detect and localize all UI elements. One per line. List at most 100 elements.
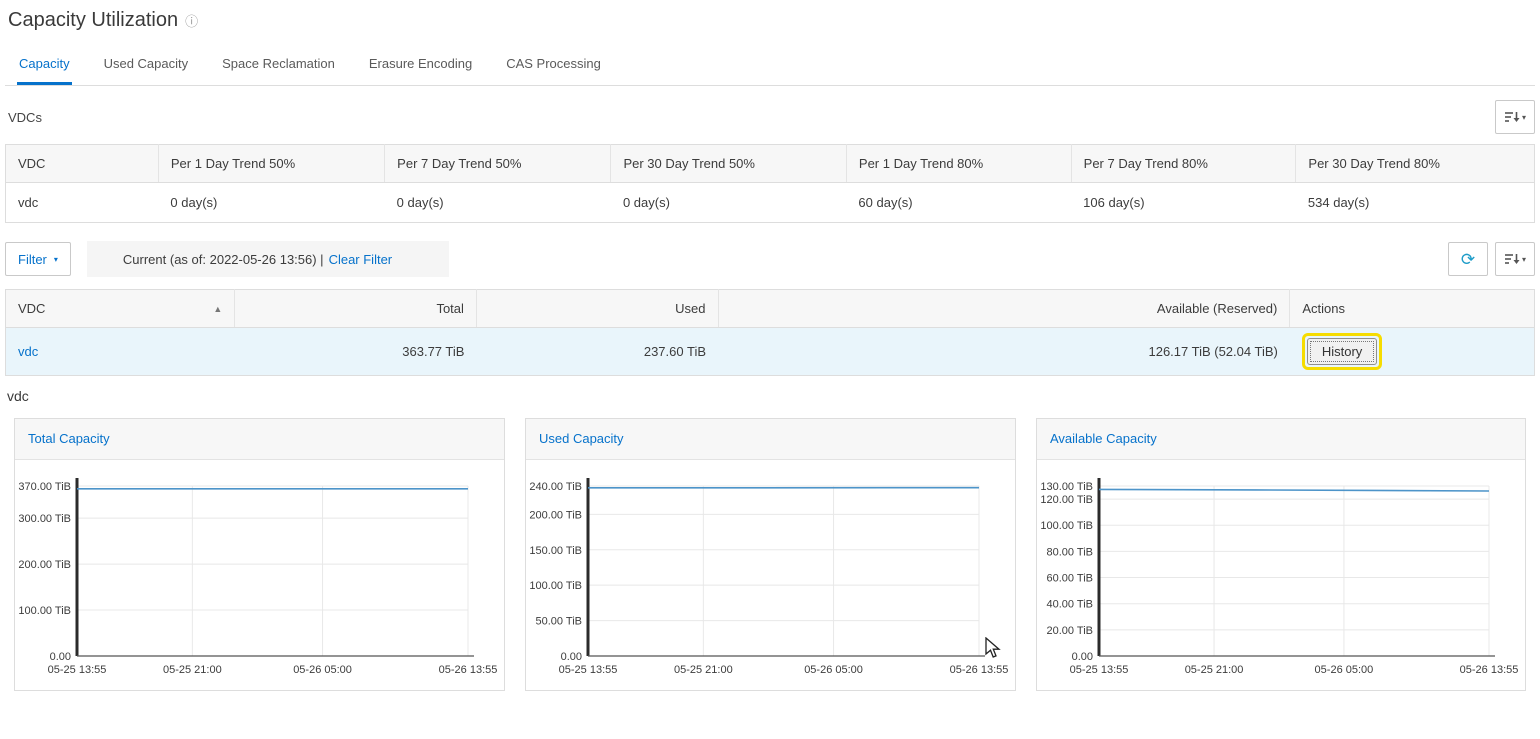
capacity-col-total[interactable]: Total (235, 290, 477, 328)
filter-bar: Filter ▾ Current (as of: 2022-05-26 13:5… (5, 241, 1535, 277)
capacity-utilization-page: Capacity Utilization ⓘ Capacity Used Cap… (0, 0, 1540, 739)
capacity-col-actions: Actions (1290, 290, 1535, 328)
available-capacity-title: Available Capacity (1050, 431, 1157, 446)
tab-capacity[interactable]: Capacity (17, 46, 72, 85)
vdcs-sort-menu-button[interactable]: ▾ (1495, 100, 1535, 134)
available-capacity-chart: 130.00 TiB120.00 TiB100.00 TiB80.00 TiB6… (1037, 460, 1525, 690)
capacity-sort-menu-button[interactable]: ▾ (1495, 242, 1535, 276)
trend-cell-7d-80: 106 day(s) (1071, 183, 1296, 223)
trend-col-7d-80: Per 7 Day Trend 80% (1071, 145, 1296, 183)
vdcs-section-title: VDCs (5, 110, 42, 125)
svg-text:40.00 TiB: 40.00 TiB (1047, 599, 1093, 611)
tab-erasure-encoding[interactable]: Erasure Encoding (367, 46, 474, 85)
svg-text:130.00 TiB: 130.00 TiB (1040, 481, 1093, 493)
svg-text:0.00: 0.00 (561, 651, 582, 663)
trend-cell-1d-50: 0 day(s) (158, 183, 384, 223)
page-header: Capacity Utilization ⓘ (5, 0, 1535, 32)
clear-filter-link[interactable]: Clear Filter (329, 252, 393, 267)
svg-text:05-26 13:55: 05-26 13:55 (950, 664, 1009, 676)
tab-used-capacity[interactable]: Used Capacity (102, 46, 191, 85)
svg-text:80.00 TiB: 80.00 TiB (1047, 546, 1093, 558)
svg-text:240.00 TiB: 240.00 TiB (529, 481, 582, 493)
svg-text:370.00 TiB: 370.00 TiB (18, 481, 71, 493)
trend-cell-7d-50: 0 day(s) (385, 183, 611, 223)
svg-text:200.00 TiB: 200.00 TiB (18, 559, 71, 571)
trend-table-row: vdc 0 day(s) 0 day(s) 0 day(s) 60 day(s)… (6, 183, 1535, 223)
vdc-trend-table: VDC Per 1 Day Trend 50% Per 7 Day Trend … (5, 144, 1535, 223)
svg-text:100.00 TiB: 100.00 TiB (529, 580, 582, 592)
filter-status-strip: Current (as of: 2022-05-26 13:56) | Clea… (87, 241, 449, 277)
tab-space-reclamation[interactable]: Space Reclamation (220, 46, 337, 85)
chevron-down-icon: ▾ (1522, 113, 1526, 122)
history-button[interactable]: History (1307, 338, 1377, 365)
available-capacity-panel: Available Capacity 130.00 TiB120.00 TiB1… (1036, 418, 1526, 691)
capacity-cell-used: 237.60 TiB (476, 328, 718, 376)
svg-text:05-25 13:55: 05-25 13:55 (559, 664, 618, 676)
used-capacity-panel-header: Used Capacity (526, 419, 1015, 460)
trend-cell-30d-80: 534 day(s) (1296, 183, 1535, 223)
trend-col-1d-50: Per 1 Day Trend 50% (158, 145, 384, 183)
svg-text:05-26 05:00: 05-26 05:00 (293, 664, 352, 676)
trend-col-vdc: VDC (6, 145, 159, 183)
sort-ascending-icon: ▲ (213, 304, 222, 314)
available-capacity-panel-header: Available Capacity (1037, 419, 1525, 460)
svg-text:05-25 13:55: 05-25 13:55 (48, 664, 107, 676)
capacity-cell-vdc: vdc (6, 328, 235, 376)
vdcs-section-header: VDCs ▾ (5, 100, 1535, 134)
chevron-down-icon: ▾ (54, 255, 58, 264)
trend-cell-vdc: vdc (6, 183, 159, 223)
capacity-col-available[interactable]: Available (Reserved) (718, 290, 1290, 328)
total-capacity-title: Total Capacity (28, 431, 110, 446)
refresh-button[interactable]: ⟳ (1448, 242, 1488, 276)
used-capacity-chart: 240.00 TiB 200.00 TiB 150.00 TiB 100.00 TiB… (526, 460, 1015, 690)
svg-text:150.00 TiB: 150.00 TiB (529, 545, 582, 557)
capacity-col-vdc[interactable]: VDC ▲ (6, 290, 235, 328)
svg-text:05-26 05:00: 05-26 05:00 (1315, 664, 1374, 676)
svg-text:05-25 21:00: 05-25 21:00 (674, 664, 733, 676)
filter-status-text: Current (as of: 2022-05-26 13:56) | (123, 252, 324, 267)
capacity-cell-available: 126.17 TiB (52.04 TiB) (718, 328, 1290, 376)
total-capacity-chart: 370.00 TiB 300.00 TiB 200.00 TiB 100.00 TiB… (15, 460, 504, 690)
trend-cell-1d-80: 60 day(s) (846, 183, 1071, 223)
capacity-table-header-row: VDC ▲ Total Used Available (Reserved) Ac… (6, 290, 1535, 328)
svg-text:200.00 TiB: 200.00 TiB (529, 509, 582, 521)
tab-cas-processing[interactable]: CAS Processing (504, 46, 603, 85)
svg-text:05-25 21:00: 05-25 21:00 (163, 664, 222, 676)
svg-text:0.00: 0.00 (1072, 651, 1093, 663)
selected-vdc-title: vdc (7, 388, 1535, 404)
capacity-cell-actions: History (1290, 328, 1535, 376)
svg-text:50.00 TiB: 50.00 TiB (536, 616, 582, 628)
svg-text:20.00 TiB: 20.00 TiB (1047, 625, 1093, 637)
trend-col-1d-80: Per 1 Day Trend 80% (846, 145, 1071, 183)
svg-text:0.00: 0.00 (50, 651, 71, 663)
info-icon[interactable]: ⓘ (185, 11, 198, 30)
svg-text:100.00 TiB: 100.00 TiB (18, 605, 71, 617)
filter-button-label: Filter (18, 252, 47, 267)
page-title: Capacity Utilization (8, 9, 178, 32)
total-capacity-panel: Total Capacity 370.00 TiB 300.00 TiB 200.0… (14, 418, 505, 691)
svg-text:05-25 13:55: 05-25 13:55 (1070, 664, 1129, 676)
capacity-cell-total: 363.77 TiB (235, 328, 477, 376)
capacity-col-used[interactable]: Used (476, 290, 718, 328)
vdc-link[interactable]: vdc (18, 344, 38, 359)
svg-text:05-26 13:55: 05-26 13:55 (1460, 664, 1519, 676)
total-capacity-panel-header: Total Capacity (15, 419, 504, 460)
trend-table-header-row: VDC Per 1 Day Trend 50% Per 7 Day Trend … (6, 145, 1535, 183)
chevron-down-icon: ▾ (1522, 255, 1526, 264)
svg-text:05-25 21:00: 05-25 21:00 (1185, 664, 1244, 676)
vdc-capacity-table: VDC ▲ Total Used Available (Reserved) Ac… (5, 289, 1535, 376)
trend-col-7d-50: Per 7 Day Trend 50% (385, 145, 611, 183)
capacity-charts: Total Capacity 370.00 TiB 300.00 TiB 200.0… (14, 418, 1526, 691)
svg-text:05-26 13:55: 05-26 13:55 (439, 664, 498, 676)
history-button-highlight: History (1302, 333, 1382, 370)
refresh-icon: ⟳ (1461, 251, 1475, 268)
svg-text:05-26 05:00: 05-26 05:00 (804, 664, 863, 676)
filter-button[interactable]: Filter ▾ (5, 242, 71, 276)
sort-icon (1504, 252, 1520, 266)
trend-cell-30d-50: 0 day(s) (611, 183, 846, 223)
trend-col-30d-50: Per 30 Day Trend 50% (611, 145, 846, 183)
tab-bar: Capacity Used Capacity Space Reclamation… (5, 46, 1535, 86)
sort-icon (1504, 110, 1520, 124)
trend-col-30d-80: Per 30 Day Trend 80% (1296, 145, 1535, 183)
svg-text:300.00 TiB: 300.00 TiB (18, 513, 71, 525)
